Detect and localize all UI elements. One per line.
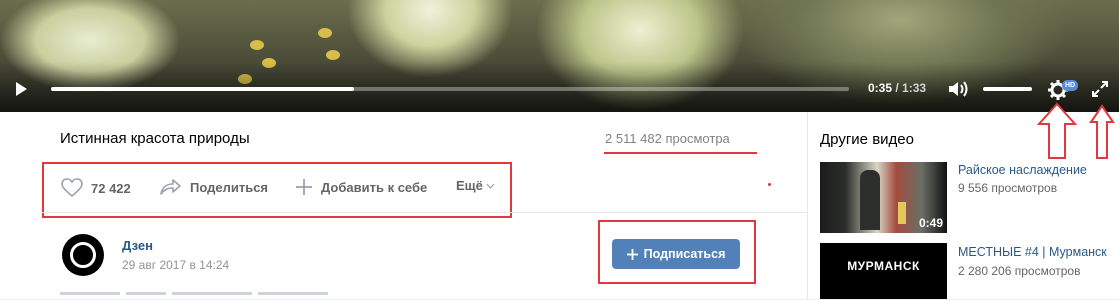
subscribe-button[interactable]: Подписаться — [612, 239, 740, 269]
share-icon — [160, 179, 181, 195]
video-duration: 0:49 — [918, 216, 943, 230]
video-thumbnail[interactable]: 0:49 — [820, 162, 947, 233]
progress-bar[interactable] — [51, 87, 849, 91]
share-button[interactable]: Поделиться — [160, 178, 268, 196]
time-separator: / — [892, 81, 903, 95]
more-label: Ещё — [456, 178, 483, 193]
channel-name[interactable]: Дзен — [122, 238, 153, 253]
channel-avatar[interactable] — [62, 234, 104, 276]
sidebar-video-views: 9 556 просмотров — [958, 181, 1058, 195]
publish-date: 29 авг 2017 в 14:24 — [122, 258, 230, 272]
like-button[interactable]: 72 422 — [61, 178, 131, 198]
thumbnail-text: МУРМАНСК — [847, 259, 920, 273]
total-time: 1:33 — [902, 81, 927, 95]
sidebar-video-title[interactable]: Райское наслаждение — [958, 163, 1087, 177]
play-icon[interactable] — [12, 80, 30, 98]
annotation-dot — [768, 183, 771, 186]
view-count: 2 511 482 просмотра — [605, 131, 730, 146]
sidebar-video-views: 2 280 206 просмотров — [958, 264, 1081, 278]
video-title: Истинная красота природы — [60, 130, 250, 147]
subscribe-label: Подписаться — [643, 247, 726, 261]
sidebar-title: Другие видео — [820, 131, 914, 148]
flower-detail — [326, 50, 340, 60]
divider — [42, 212, 807, 213]
chevron-down-icon — [486, 183, 495, 189]
time-display: 0:35 / 1:33 — [868, 81, 926, 95]
current-time: 0:35 — [868, 81, 893, 95]
progress-fill — [51, 87, 355, 91]
annotation-arrow-fullscreen — [1089, 104, 1115, 159]
volume-slider[interactable] — [983, 87, 1032, 91]
sidebar-video-title[interactable]: МЕСТНЫЕ #4 | Мурманск — [958, 245, 1107, 259]
plus-icon — [626, 248, 638, 260]
video-info-panel: Истинная красота природы 2 511 482 просм… — [0, 112, 807, 299]
video-thumbnail[interactable]: МУРМАНСК — [820, 243, 947, 299]
flower-detail — [250, 40, 264, 50]
volume-icon[interactable] — [947, 80, 971, 98]
fullscreen-icon[interactable] — [1091, 80, 1109, 98]
add-to-mine-button[interactable]: Добавить к себе — [295, 178, 427, 196]
annotation-arrow-settings — [1036, 102, 1078, 159]
like-count: 72 422 — [91, 180, 131, 196]
flower-detail — [318, 28, 332, 38]
plus-icon — [296, 179, 312, 195]
add-label: Добавить к себе — [321, 179, 428, 195]
video-player[interactable]: 0:35 / 1:33 HD — [0, 0, 1119, 112]
highlight-underline — [604, 152, 757, 154]
share-label: Поделиться — [190, 179, 269, 195]
hd-badge: HD — [1062, 80, 1079, 91]
thumbnail-figure — [860, 170, 880, 230]
thumbnail-bottle — [898, 202, 906, 224]
more-button[interactable]: Ещё — [456, 178, 495, 193]
heart-icon — [61, 178, 83, 198]
